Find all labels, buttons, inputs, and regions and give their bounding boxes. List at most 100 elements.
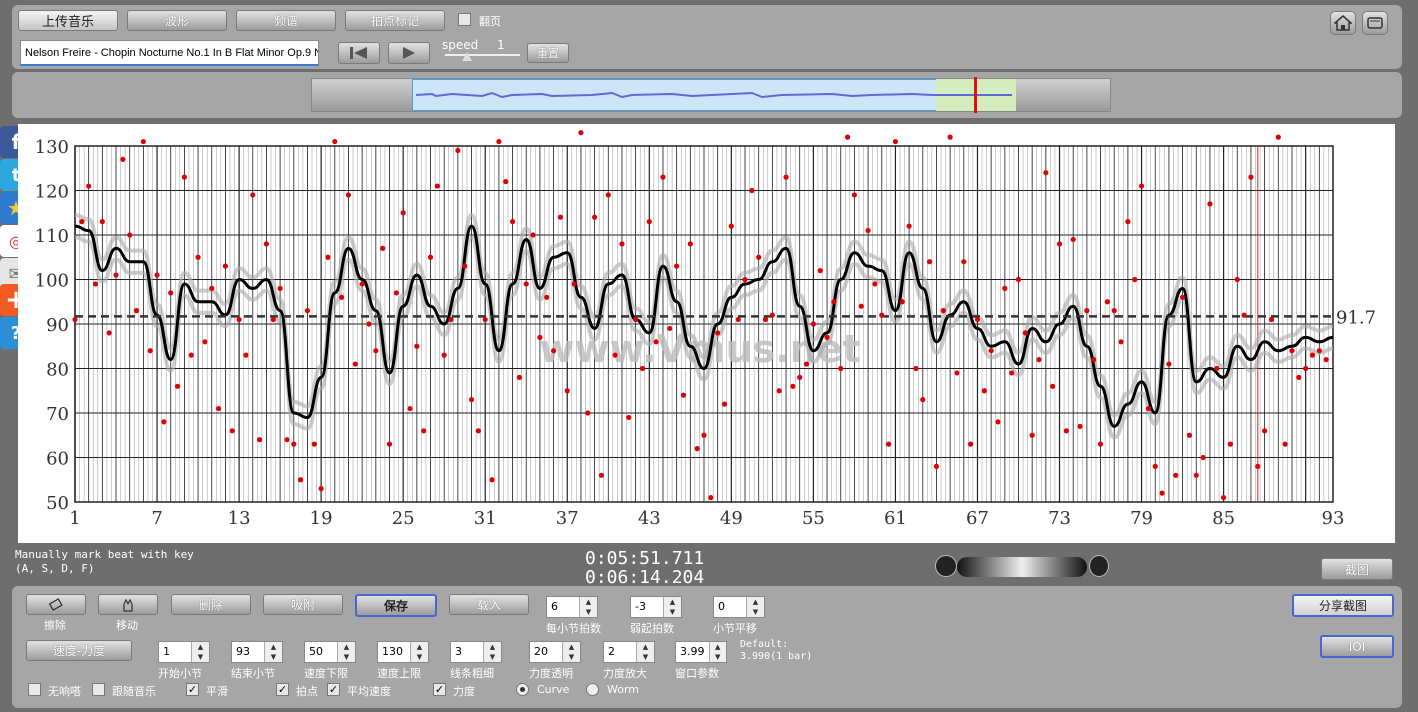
down-arrow-icon[interactable]: ▼	[265, 652, 282, 662]
param-value[interactable]: 3	[451, 642, 483, 662]
param-spinner[interactable]: 6 ▲ ▼	[546, 596, 598, 618]
param-value[interactable]: 2	[604, 642, 636, 662]
param-value[interactable]: 50	[305, 642, 337, 662]
down-arrow-icon[interactable]: ▼	[664, 607, 681, 617]
overview-waveform[interactable]	[311, 77, 1111, 113]
spinner-arrows[interactable]: ▲ ▼	[663, 597, 681, 617]
param-spinner[interactable]: 50 ▲ ▼	[304, 641, 356, 663]
spinner-arrows[interactable]: ▲ ▼	[562, 642, 580, 662]
spinner-arrows[interactable]: ▲ ▼	[708, 642, 727, 662]
spinner-arrows[interactable]: ▲ ▼	[410, 642, 428, 662]
param-value[interactable]: 6	[547, 597, 579, 617]
option-checkbox[interactable]	[28, 683, 41, 696]
spinner-arrows[interactable]: ▲ ▼	[746, 597, 764, 617]
hint-line-1: Manually mark beat with key	[15, 548, 194, 561]
down-arrow-icon[interactable]: ▼	[563, 652, 580, 662]
volume-track[interactable]	[957, 557, 1087, 577]
down-arrow-icon[interactable]: ▼	[192, 652, 209, 662]
track-title-text: Nelson Freire - Chopin Nocturne No.1 In …	[25, 47, 319, 59]
erase-button[interactable]	[26, 594, 86, 615]
ioi-button[interactable]: IOI	[1320, 635, 1394, 658]
playhead-marker[interactable]	[974, 77, 977, 113]
up-arrow-icon[interactable]: ▲	[664, 597, 681, 607]
up-arrow-icon[interactable]: ▲	[265, 642, 282, 652]
share-screenshot-button[interactable]: 分享截图	[1292, 594, 1394, 617]
spinner-arrows[interactable]: ▲ ▼	[191, 642, 209, 662]
move-button[interactable]	[98, 594, 158, 615]
spinner-arrows[interactable]: ▲ ▼	[636, 642, 654, 662]
up-arrow-icon[interactable]: ▲	[338, 642, 355, 652]
param-spinner[interactable]: 93 ▲ ▼	[231, 641, 283, 663]
param-spinner[interactable]: 3.99 ▲ ▼	[675, 641, 727, 663]
param-spinner[interactable]: 20 ▲ ▼	[529, 641, 581, 663]
previous-button[interactable]	[338, 42, 380, 64]
param-spinner[interactable]: 2 ▲ ▼	[603, 641, 655, 663]
delete-button[interactable]: 删除	[171, 594, 251, 615]
load-button[interactable]: 载入	[449, 594, 529, 615]
up-arrow-icon[interactable]: ▲	[580, 597, 597, 607]
snap-button[interactable]: 吸附	[263, 594, 343, 615]
param-spinner[interactable]: 0 ▲ ▼	[713, 596, 765, 618]
param-value[interactable]: 1	[159, 642, 191, 662]
track-title-field[interactable]: Nelson Freire - Chopin Nocturne No.1 In …	[20, 40, 319, 66]
speed-value: 1	[497, 38, 505, 52]
down-arrow-icon[interactable]: ▼	[411, 652, 428, 662]
option-checkbox[interactable]: ✓	[276, 683, 289, 696]
home-icon	[1334, 15, 1352, 31]
beat-mark-button[interactable]: 拍点标记	[345, 10, 445, 31]
param-label: 速度下限	[304, 667, 348, 680]
down-arrow-icon[interactable]: ▼	[637, 652, 654, 662]
spinner-arrows[interactable]: ▲ ▼	[337, 642, 355, 662]
mode-radio[interactable]	[516, 683, 529, 696]
param-spinner[interactable]: -3 ▲ ▼	[630, 596, 682, 618]
speed-slider-handle[interactable]	[462, 52, 472, 61]
window-button[interactable]	[1362, 11, 1388, 35]
param-spinner[interactable]: 1 ▲ ▼	[158, 641, 210, 663]
erase-label: 擦除	[44, 619, 66, 632]
reset-button[interactable]: 重置	[527, 43, 569, 63]
up-arrow-icon[interactable]: ▲	[563, 642, 580, 652]
down-arrow-icon[interactable]: ▼	[747, 607, 764, 617]
volume-slider[interactable]	[935, 555, 1109, 579]
down-arrow-icon[interactable]: ▼	[338, 652, 355, 662]
down-arrow-icon[interactable]: ▼	[710, 652, 727, 662]
up-arrow-icon[interactable]: ▲	[747, 597, 764, 607]
down-arrow-icon[interactable]: ▼	[580, 607, 597, 617]
flip-page-checkbox[interactable]	[458, 13, 471, 26]
eraser-icon	[48, 597, 63, 611]
up-arrow-icon[interactable]: ▲	[411, 642, 428, 652]
tempo-dynamics-button[interactable]: 速度-力度	[26, 640, 132, 661]
option-label: 拍点	[296, 685, 318, 698]
up-arrow-icon[interactable]: ▲	[484, 642, 501, 652]
param-value[interactable]: 20	[530, 642, 562, 662]
param-label: 力度放大	[603, 667, 647, 680]
up-arrow-icon[interactable]: ▲	[637, 642, 654, 652]
param-value[interactable]: -3	[631, 597, 663, 617]
play-button[interactable]	[388, 42, 430, 64]
speed-slider-track[interactable]	[445, 54, 520, 56]
upload-music-button[interactable]: 上传音乐	[18, 10, 118, 31]
option-checkbox[interactable]: ✓	[433, 683, 446, 696]
home-button[interactable]	[1330, 11, 1356, 35]
waveform-button[interactable]: 波形	[127, 10, 227, 31]
spinner-arrows[interactable]: ▲ ▼	[483, 642, 501, 662]
mode-radio[interactable]	[586, 683, 599, 696]
param-spinner[interactable]: 130 ▲ ▼	[377, 641, 429, 663]
up-arrow-icon[interactable]: ▲	[710, 642, 727, 652]
param-value[interactable]: 93	[232, 642, 264, 662]
spectrum-button[interactable]: 频谱	[236, 10, 336, 31]
up-arrow-icon[interactable]: ▲	[192, 642, 209, 652]
spinner-arrows[interactable]: ▲ ▼	[264, 642, 282, 662]
screenshot-button[interactable]: 截图	[1321, 558, 1393, 580]
param-value[interactable]: 130	[378, 642, 410, 662]
spinner-arrows[interactable]: ▲ ▼	[579, 597, 597, 617]
option-checkbox[interactable]	[92, 683, 105, 696]
param-spinner[interactable]: 3 ▲ ▼	[450, 641, 502, 663]
option-checkbox[interactable]: ✓	[186, 683, 199, 696]
option-checkbox[interactable]: ✓	[327, 683, 340, 696]
save-button[interactable]: 保存	[355, 594, 437, 617]
param-value[interactable]: 3.99	[676, 642, 709, 662]
speed-label: speed	[442, 38, 479, 52]
down-arrow-icon[interactable]: ▼	[484, 652, 501, 662]
param-value[interactable]: 0	[714, 597, 746, 617]
